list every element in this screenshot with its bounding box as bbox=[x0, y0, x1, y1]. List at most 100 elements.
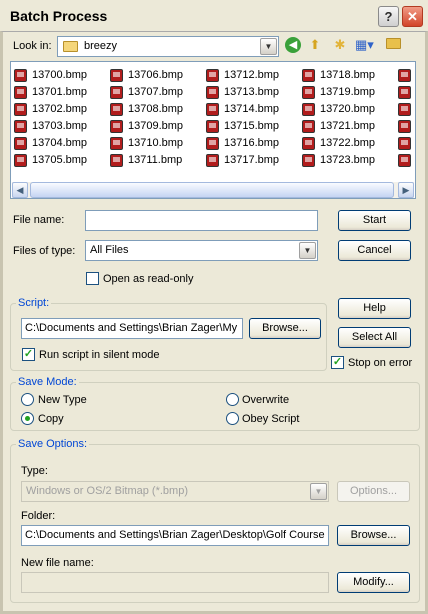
up-folder-icon[interactable]: ⬆ bbox=[306, 36, 324, 54]
file-column-3: 13712.bmp 13713.bmp 13714.bmp 13715.bmp … bbox=[206, 67, 279, 169]
folder-value: C:\Documents and Settings\Brian Zager\De… bbox=[25, 529, 325, 541]
list-item[interactable]: 13718.bmp bbox=[302, 67, 375, 84]
read-only-checkbox[interactable] bbox=[86, 272, 99, 285]
save-type-value: Windows or OS/2 Bitmap (*.bmp) bbox=[26, 485, 188, 497]
help-title-button[interactable]: ? bbox=[378, 6, 399, 27]
overwrite-radio[interactable] bbox=[226, 393, 239, 406]
folder-tools-icon[interactable] bbox=[384, 36, 402, 54]
list-item[interactable]: 13701.bmp bbox=[14, 84, 87, 101]
list-item[interactable]: 13713.bmp bbox=[206, 84, 279, 101]
file-name: 13722.bmp bbox=[320, 137, 376, 149]
files-of-type-value: All Files bbox=[90, 244, 129, 256]
chevron-down-icon[interactable]: ▼ bbox=[299, 242, 316, 259]
list-item[interactable]: 13719.bmp bbox=[302, 84, 375, 101]
silent-mode-checkbox[interactable]: ✓ bbox=[22, 348, 35, 361]
folder-input[interactable]: C:\Documents and Settings\Brian Zager\De… bbox=[21, 525, 329, 546]
view-menu-icon[interactable]: ▦▾ bbox=[355, 36, 374, 54]
new-file-name-input[interactable] bbox=[21, 572, 329, 593]
list-item[interactable]: 13711.bmp bbox=[110, 152, 183, 169]
list-item[interactable]: 13714.bmp bbox=[206, 101, 279, 118]
read-only-label: Open as read-only bbox=[103, 273, 194, 285]
chevron-down-icon[interactable]: ▼ bbox=[310, 483, 327, 500]
look-in-combo[interactable]: breezy ▼ bbox=[57, 36, 279, 57]
list-item[interactable]: 13708.bmp bbox=[110, 101, 183, 118]
look-in-value: breezy bbox=[84, 40, 118, 52]
list-item[interactable]: 13716.bmp bbox=[206, 135, 279, 152]
list-item[interactable]: 13703.bmp bbox=[14, 118, 87, 135]
file-name: 13707.bmp bbox=[128, 86, 184, 98]
file-column-4: 13718.bmp 13719.bmp 13720.bmp 13721.bmp … bbox=[302, 67, 375, 169]
bitmap-file-icon bbox=[206, 137, 219, 150]
modify-button[interactable]: Modify... bbox=[337, 572, 410, 593]
bitmap-file-icon bbox=[14, 154, 27, 167]
file-column-1: 13700.bmp 13701.bmp 13702.bmp 13703.bmp … bbox=[14, 67, 87, 169]
script-path-input[interactable]: C:\Documents and Settings\Brian Zager\My bbox=[21, 318, 243, 339]
horizontal-scrollbar[interactable]: ◀ ▶ bbox=[12, 182, 414, 198]
help-button[interactable]: Help bbox=[338, 298, 411, 319]
folder-label: Folder: bbox=[21, 510, 56, 522]
bitmap-file-icon bbox=[398, 154, 411, 167]
stop-on-error-checkbox[interactable]: ✓ bbox=[331, 356, 344, 369]
scroll-left-icon[interactable]: ◀ bbox=[12, 182, 28, 198]
browse-script-button[interactable]: Browse... bbox=[249, 318, 321, 339]
file-name: 13718.bmp bbox=[320, 69, 376, 81]
save-type-select[interactable]: Windows or OS/2 Bitmap (*.bmp) ▼ bbox=[21, 481, 329, 502]
file-name: 13700.bmp bbox=[32, 69, 88, 81]
bitmap-file-icon bbox=[110, 137, 123, 150]
browse-folder-button[interactable]: Browse... bbox=[337, 525, 410, 546]
cancel-button[interactable]: Cancel bbox=[338, 240, 411, 261]
start-button[interactable]: Start bbox=[338, 210, 411, 231]
copy-radio[interactable] bbox=[21, 412, 34, 425]
list-item[interactable]: 13709.bmp bbox=[110, 118, 183, 135]
file-name: 13710.bmp bbox=[128, 137, 184, 149]
file-name: 13717.bmp bbox=[224, 154, 280, 166]
options-button[interactable]: Options... bbox=[337, 481, 410, 502]
copy-label: Copy bbox=[38, 413, 64, 425]
file-name-label: File name: bbox=[13, 214, 65, 226]
overwrite-label: Overwrite bbox=[242, 394, 290, 406]
bitmap-file-icon bbox=[398, 103, 411, 116]
file-name: 13723.bmp bbox=[320, 154, 376, 166]
new-folder-icon[interactable]: ✱ bbox=[331, 36, 349, 54]
bitmap-file-icon bbox=[302, 86, 315, 99]
file-name: 13712.bmp bbox=[224, 69, 280, 81]
file-name: 13715.bmp bbox=[224, 120, 280, 132]
list-item[interactable]: 13705.bmp bbox=[14, 152, 87, 169]
chevron-down-icon[interactable]: ▼ bbox=[260, 38, 277, 55]
list-item[interactable]: 13712.bmp bbox=[206, 67, 279, 84]
file-column-5-partial bbox=[398, 67, 416, 169]
scroll-thumb[interactable] bbox=[30, 182, 394, 198]
files-of-type-select[interactable]: All Files ▼ bbox=[85, 240, 318, 261]
list-item[interactable]: 13717.bmp bbox=[206, 152, 279, 169]
close-button[interactable]: ✕ bbox=[402, 6, 423, 27]
list-item[interactable]: 13721.bmp bbox=[302, 118, 375, 135]
list-item[interactable]: 13723.bmp bbox=[302, 152, 375, 169]
list-item[interactable]: 13710.bmp bbox=[110, 135, 183, 152]
file-name: 13705.bmp bbox=[32, 154, 88, 166]
file-name: 13713.bmp bbox=[224, 86, 280, 98]
back-icon[interactable]: ◀ bbox=[285, 37, 301, 53]
bitmap-file-icon bbox=[302, 103, 315, 116]
file-name: 13704.bmp bbox=[32, 137, 88, 149]
list-item[interactable]: 13707.bmp bbox=[110, 84, 183, 101]
list-item[interactable]: 13720.bmp bbox=[302, 101, 375, 118]
folder-icon bbox=[385, 38, 401, 49]
list-item[interactable]: 13722.bmp bbox=[302, 135, 375, 152]
bitmap-file-icon bbox=[206, 86, 219, 99]
list-item[interactable]: 13706.bmp bbox=[110, 67, 183, 84]
list-item[interactable]: 13704.bmp bbox=[14, 135, 87, 152]
look-in-label: Look in: bbox=[13, 40, 52, 52]
list-item[interactable]: 13702.bmp bbox=[14, 101, 87, 118]
obey-script-radio[interactable] bbox=[226, 412, 239, 425]
new-type-radio[interactable] bbox=[21, 393, 34, 406]
list-item[interactable]: 13700.bmp bbox=[14, 67, 87, 84]
list-item[interactable]: 13715.bmp bbox=[206, 118, 279, 135]
select-all-button[interactable]: Select All bbox=[338, 327, 411, 348]
file-name: 13702.bmp bbox=[32, 103, 88, 115]
folder-icon bbox=[63, 41, 78, 52]
script-path-value: C:\Documents and Settings\Brian Zager\My bbox=[25, 322, 238, 334]
scroll-right-icon[interactable]: ▶ bbox=[398, 182, 414, 198]
bitmap-file-icon bbox=[206, 103, 219, 116]
file-list[interactable]: 13700.bmp 13701.bmp 13702.bmp 13703.bmp … bbox=[10, 61, 416, 199]
file-name-input[interactable] bbox=[85, 210, 318, 231]
